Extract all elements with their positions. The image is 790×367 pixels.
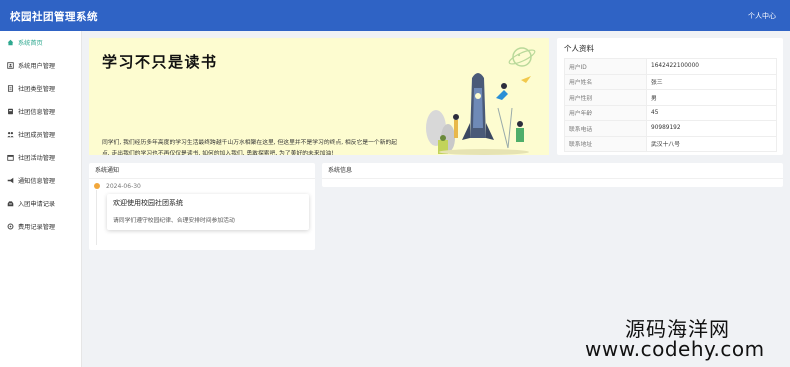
- notice-item[interactable]: 欢迎使用校园社团系统 请同学们遵守校园纪律、合理安排时间参加活动: [107, 194, 309, 230]
- calendar-icon: [7, 154, 14, 161]
- sidebar-item-label: 入团申请记录: [18, 200, 56, 208]
- notice-date: 2024-06-30: [106, 183, 141, 190]
- profile-key: 联系地址: [564, 135, 647, 152]
- sidebar-item-club-types[interactable]: 社团类型管理: [0, 80, 82, 96]
- table-row: 用户年龄 45: [564, 104, 777, 121]
- sidebar-item-notices[interactable]: 通知信息管理: [0, 172, 82, 188]
- building-icon: [7, 108, 14, 115]
- sidebar: 系统首页 系统用户管理 社团类型管理 社团信息管理 社团成员管理 社团活动管理 …: [0, 31, 82, 367]
- notice-item-title: 欢迎使用校园社团系统: [113, 199, 183, 207]
- sidebar-item-label: 系统首页: [18, 39, 43, 47]
- sidebar-item-fees[interactable]: 费用记录管理: [0, 218, 82, 234]
- sidebar-item-label: 社团活动管理: [18, 154, 56, 162]
- table-row: 联系电话 90989192: [564, 120, 777, 137]
- sidebar-item-applications[interactable]: 入团申请记录: [0, 195, 82, 211]
- banner-paragraph: 同学们, 我们经历多年高度的学习生活最终跨越千山万水相聚在这里, 但这里并不是学…: [102, 140, 398, 155]
- inbox-icon: [7, 200, 14, 207]
- top-bar: 校园社团管理系统 个人中心: [0, 0, 790, 31]
- profile-key: 用户ID: [564, 58, 647, 75]
- profile-key: 用户年龄: [564, 104, 647, 121]
- notice-title: 系统通知: [89, 163, 315, 179]
- sidebar-item-users[interactable]: 系统用户管理: [0, 57, 82, 73]
- megaphone-icon: [7, 177, 14, 184]
- profile-value: 男: [646, 89, 777, 106]
- sidebar-item-home[interactable]: 系统首页: [0, 34, 82, 50]
- system-notice-card: 系统通知 2024-06-30 欢迎使用校园社团系统 请同学们遵守校园纪律、合理…: [89, 163, 315, 250]
- profile-key: 用户性别: [564, 89, 647, 106]
- sidebar-item-label: 社团信息管理: [18, 108, 56, 116]
- timeline-dot: [94, 183, 100, 189]
- sidebar-item-label: 通知信息管理: [18, 177, 56, 185]
- profile-value: 武汉十八号: [646, 135, 777, 152]
- sysinfo-title: 系统信息: [322, 163, 783, 179]
- profile-title: 个人资料: [564, 44, 594, 53]
- sidebar-item-label: 社团成员管理: [18, 131, 56, 139]
- sidebar-item-members[interactable]: 社团成员管理: [0, 126, 82, 142]
- banner-headline: 学习不只是读书: [102, 53, 218, 71]
- system-info-card: 系统信息: [322, 163, 783, 187]
- user-card-icon: [7, 61, 14, 69]
- profile-card: 个人资料 用户ID 1642422100000 用户姓名 张三 用户性别男 用户年龄…: [557, 38, 783, 155]
- gear-icon: [7, 223, 14, 230]
- profile-key: 联系电话: [564, 120, 647, 137]
- notice-item-body: 请同学们遵守校园纪律、合理安排时间参加活动: [113, 218, 235, 224]
- profile-value: 张三: [646, 73, 777, 90]
- user-center-link[interactable]: 个人中心: [748, 11, 776, 21]
- table-row: 用户ID 1642422100000: [564, 58, 777, 75]
- app-title: 校园社团管理系统: [10, 11, 98, 23]
- sidebar-item-activities[interactable]: 社团活动管理: [0, 149, 82, 165]
- watermark-line2: www.codehy.com: [585, 337, 765, 361]
- sidebar-item-label: 系统用户管理: [18, 62, 56, 70]
- people-icon: [7, 131, 14, 138]
- profile-value: 90989192: [646, 120, 777, 137]
- timeline-line: [96, 190, 97, 245]
- rocket-illustration: [426, 73, 531, 155]
- table-row: 用户姓名 张三: [564, 73, 777, 90]
- sidebar-item-club-info[interactable]: 社团信息管理: [0, 103, 82, 119]
- welcome-banner: 学习不只是读书 同学们, 我们经历多年高度的学习生活最终跨越千山万水相聚在这里,…: [89, 38, 549, 155]
- sidebar-item-label: 社团类型管理: [18, 85, 56, 93]
- profile-value: 45: [646, 104, 777, 121]
- profile-key: 用户姓名: [564, 73, 647, 90]
- table-row: 联系地址 武汉十八号: [564, 135, 777, 152]
- table-row: 用户性别男: [564, 89, 777, 106]
- profile-value: 1642422100000: [646, 58, 777, 75]
- profile-table: 用户ID 1642422100000 用户姓名 张三 用户性别男 用户年龄 45 联系…: [564, 58, 777, 152]
- document-icon: [7, 84, 14, 92]
- watermark: 源码海洋网 www.codehy.com: [585, 313, 785, 363]
- home-icon: [7, 39, 14, 46]
- sidebar-item-label: 费用记录管理: [18, 223, 56, 231]
